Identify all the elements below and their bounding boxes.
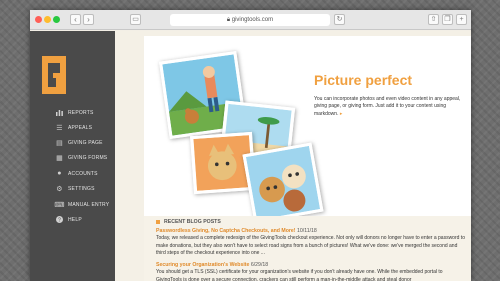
blog-post-title-row: Passwordless Giving, No Captcha Checkout… (156, 228, 317, 234)
section-marker-icon (156, 220, 160, 224)
tabs-icon[interactable]: ❐ (442, 14, 453, 25)
sidebar-item-label: APPEALS (68, 124, 93, 131)
blog-post-date: 10/11/18 (296, 228, 317, 234)
new-tab-icon[interactable]: + (456, 14, 467, 25)
blog-post-excerpt: You should get a TLS (SSL) certificate f… (156, 269, 443, 281)
chevron-right-icon[interactable]: › (83, 14, 94, 25)
feature-description-text: You can incorporate photos and even vide… (314, 96, 461, 117)
giving-tools-logo[interactable] (42, 56, 66, 94)
question-icon: ? (55, 215, 64, 224)
browser-titlebar: ‹ › ▭ 🔒︎ givingtools.com ↻ ⇧ ❐ + (30, 10, 471, 30)
blog-post-excerpt: Today, we released a complete redesign o… (156, 235, 465, 257)
browser-window: ‹ › ▭ 🔒︎ givingtools.com ↻ ⇧ ❐ + REPORTS… (30, 10, 471, 281)
sidebar-item-label: MANUAL ENTRY (68, 201, 110, 208)
minimize-window-button[interactable] (44, 16, 51, 23)
sidebar-item-help[interactable]: ? HELP (30, 214, 115, 225)
user-icon: ● (57, 170, 62, 177)
photo-dogs-image (242, 142, 324, 224)
lock-icon: 🔒︎ (226, 17, 231, 23)
recent-blog-posts: RECENT BLOG POSTS Passwordless Giving, N… (144, 216, 471, 281)
sidebar-item-label: SETTINGS (68, 185, 95, 192)
form-icon: ▦ (56, 154, 63, 162)
svg-text:?: ? (58, 217, 61, 223)
feature-description: You can incorporate photos and even vide… (314, 96, 464, 118)
document-icon: ▤ (56, 139, 63, 147)
sidebar: REPORTS ☰ APPEALS ▤ GIVING PAGE ▦ GIVING… (30, 31, 115, 281)
blog-post-title-row: Securing your Organization's Website 6/2… (156, 262, 268, 268)
list-icon: ☰ (56, 124, 63, 132)
blog-post-date: 6/29/18 (250, 262, 269, 268)
main-content: Picture perfect You can incorporate phot… (115, 31, 471, 281)
sidebar-item-manual-entry[interactable]: ⌨ MANUAL ENTRY (30, 199, 115, 210)
sidebar-item-label: HELP (68, 216, 82, 223)
sidebar-item-settings[interactable]: ⚙ SETTINGS (30, 183, 115, 194)
sidebar-item-reports[interactable]: REPORTS (30, 107, 115, 118)
gear-icon: ⚙ (56, 185, 63, 193)
sidebar-item-label: GIVING FORMS (68, 154, 108, 161)
maximize-window-button[interactable] (53, 16, 60, 23)
sidebar-item-accounts[interactable]: ● ACCOUNTS (30, 168, 115, 179)
blog-section-header: RECENT BLOG POSTS (156, 219, 221, 225)
url-bar[interactable]: 🔒︎ givingtools.com (170, 14, 330, 26)
reload-icon[interactable]: ↻ (334, 14, 345, 25)
feature-headline: Picture perfect (314, 72, 413, 88)
chevron-left-icon[interactable]: ‹ (70, 14, 81, 25)
bar-chart-icon (55, 108, 64, 117)
keyboard-icon: ⌨ (54, 201, 65, 209)
sidebar-item-giving-forms[interactable]: ▦ GIVING FORMS (30, 152, 115, 163)
sidebar-item-label: GIVING PAGE (68, 139, 103, 146)
photo-collage (158, 50, 324, 224)
share-icon[interactable]: ⇧ (428, 14, 439, 25)
sidebar-item-label: REPORTS (68, 109, 94, 116)
sidebar-item-label: ACCOUNTS (68, 170, 98, 177)
blog-heading: RECENT BLOG POSTS (164, 219, 221, 225)
arrow-right-icon[interactable]: ▸ (340, 111, 343, 117)
blog-post-link[interactable]: Securing your Organization's Website (156, 262, 249, 268)
sidebar-item-giving-page[interactable]: ▤ GIVING PAGE (30, 137, 115, 148)
url-text: givingtools.com (231, 17, 274, 23)
sidebar-toggle-icon[interactable]: ▭ (130, 14, 141, 25)
blog-post-link[interactable]: Passwordless Giving, No Captcha Checkout… (156, 228, 296, 234)
sidebar-item-appeals[interactable]: ☰ APPEALS (30, 122, 115, 133)
content-card: Picture perfect You can incorporate phot… (144, 36, 471, 281)
close-window-button[interactable] (35, 16, 42, 23)
